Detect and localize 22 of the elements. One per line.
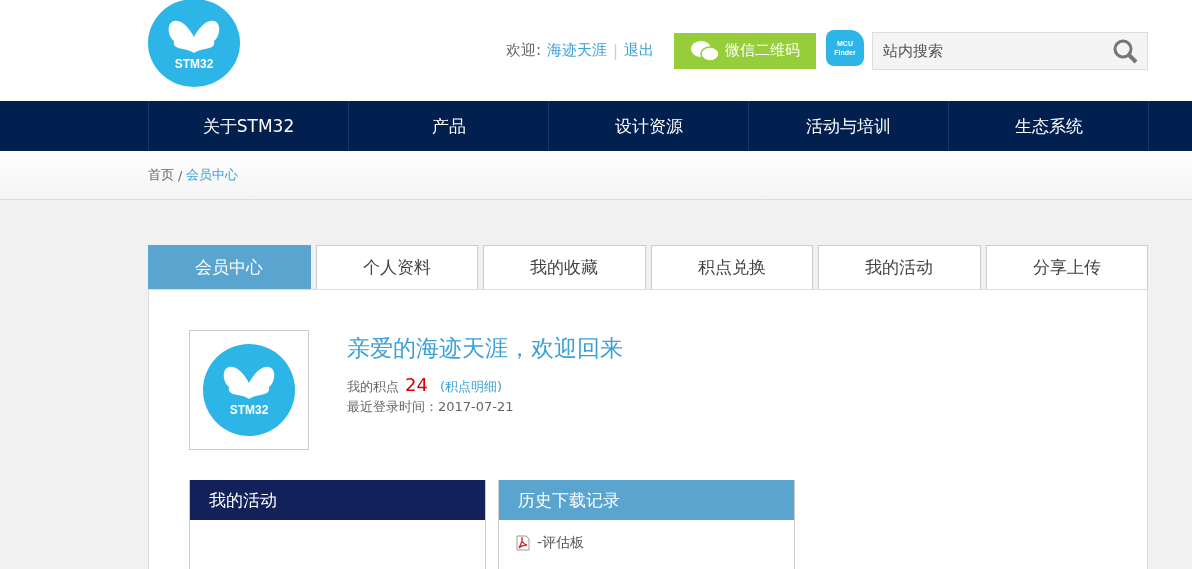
card-header: 历史下载记录 — [499, 480, 794, 520]
download-link[interactable]: -评估板 — [537, 534, 585, 552]
search-icon[interactable] — [1112, 37, 1138, 64]
separator: | — [612, 41, 618, 60]
greeting-heading: 亲爱的海迹天涯，欢迎回来 — [347, 334, 623, 363]
tab[interactable]: 我的收藏 — [483, 245, 646, 289]
chat-bubbles-icon — [690, 39, 719, 62]
breadcrumb-separator: / — [178, 167, 183, 183]
tab[interactable]: 个人资料 — [315, 245, 478, 289]
tab[interactable]: 分享上传 — [985, 245, 1148, 289]
card-header: 我的活动 — [190, 480, 485, 520]
breadcrumb-link[interactable]: 首页 — [148, 166, 174, 184]
last-login-text: 最近登录时间：2017-07-21 — [347, 398, 515, 416]
tab[interactable]: 积点兑换 — [650, 245, 813, 289]
logo-text: STM32 — [174, 57, 214, 71]
pdf-file-icon — [515, 535, 531, 551]
welcome-label: 欢迎: — [505, 41, 541, 60]
logo-text: STM32 — [229, 403, 269, 417]
points-label: 我的积点 — [347, 378, 399, 396]
tab[interactable]: 我的活动 — [818, 245, 981, 289]
points-value: 24 — [405, 374, 428, 395]
search-field[interactable]: 站内搜索 — [872, 31, 1148, 70]
